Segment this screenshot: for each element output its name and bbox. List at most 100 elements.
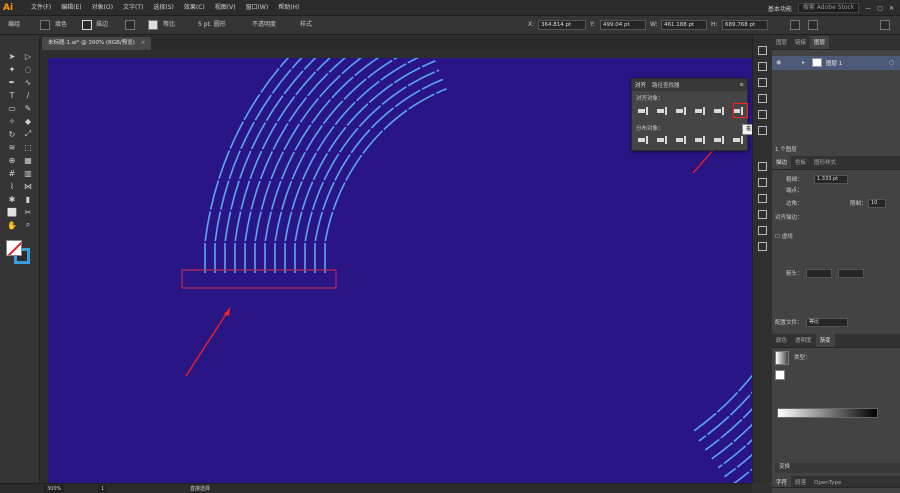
- blend-icon[interactable]: ⋈: [22, 180, 34, 192]
- panel-tab[interactable]: 字符: [772, 476, 792, 487]
- color-icon[interactable]: [758, 46, 767, 55]
- panel-tab[interactable]: 透明度: [791, 334, 816, 347]
- panel-tab[interactable]: 描边: [772, 156, 792, 169]
- free-transform-icon[interactable]: ⬚: [22, 141, 34, 153]
- menu-item[interactable]: 文字(T): [118, 4, 148, 12]
- paintbrush-icon[interactable]: ✎: [22, 102, 34, 114]
- limit-field[interactable]: 10: [868, 199, 886, 208]
- panel-tab[interactable]: 颜色: [772, 334, 791, 347]
- document-tab[interactable]: 未标题-1.ai* @ 300% (RGB/预览) ×: [42, 37, 152, 50]
- distribute-hcenter-icon[interactable]: [714, 135, 724, 145]
- layer-row[interactable]: ◉ ▸ 图层 1 ○: [772, 56, 900, 70]
- symbols-icon[interactable]: [758, 110, 767, 119]
- distribute-right-icon[interactable]: [733, 135, 743, 145]
- close-icon[interactable]: ✕: [889, 5, 894, 12]
- tab-pathfinder[interactable]: 路径查找器: [652, 81, 680, 89]
- menu-item[interactable]: 文件(F): [26, 4, 56, 12]
- swatches-icon[interactable]: [758, 78, 767, 87]
- stroke-color-swatch[interactable]: [148, 20, 158, 30]
- menu-item[interactable]: 选择(S): [148, 4, 179, 12]
- panel-tab[interactable]: 色板: [791, 156, 810, 169]
- panel-tab[interactable]: 渐变: [815, 334, 835, 347]
- scale-icon[interactable]: ⤢: [22, 128, 34, 140]
- menu-item[interactable]: 效果(C): [179, 4, 210, 12]
- eye-icon[interactable]: ◉: [776, 59, 781, 66]
- symbol-sprayer-icon[interactable]: ✱: [6, 193, 18, 205]
- menu-item[interactable]: 对象(O): [87, 4, 118, 12]
- direct-selection-tool-icon[interactable]: ▷: [22, 50, 34, 62]
- artboards-icon[interactable]: [758, 242, 767, 251]
- profile-select[interactable]: 等比: [806, 318, 848, 327]
- workspace-label[interactable]: 基本功能: [768, 4, 792, 13]
- type-tool-icon[interactable]: T: [6, 89, 18, 101]
- fill-swatch[interactable]: [40, 20, 50, 30]
- lasso-icon[interactable]: ◌: [22, 63, 34, 75]
- panel-tab[interactable]: OpenType: [810, 476, 845, 487]
- arrow-start-select[interactable]: [806, 269, 832, 278]
- distribute-vcenter-icon[interactable]: [657, 135, 667, 145]
- distribute-left-icon[interactable]: [695, 135, 705, 145]
- magic-wand-icon[interactable]: ✦: [6, 63, 18, 75]
- layers-icon[interactable]: [758, 226, 767, 235]
- perspective-icon[interactable]: ▦: [22, 154, 34, 166]
- artboard-number-field[interactable]: 1: [98, 485, 108, 493]
- selection-tool-icon[interactable]: ➤: [6, 50, 18, 62]
- artboard-icon[interactable]: ⬜: [6, 206, 18, 218]
- y-field[interactable]: 499.04 pt: [600, 20, 646, 30]
- rotate-icon[interactable]: ↻: [6, 128, 18, 140]
- distribute-bottom-icon[interactable]: [676, 135, 686, 145]
- align-left-icon[interactable]: [638, 106, 648, 116]
- maximize-icon[interactable]: ▢: [877, 5, 883, 12]
- distribute-top-icon[interactable]: [638, 135, 648, 145]
- panel-menu-icon[interactable]: ≡: [739, 82, 747, 88]
- panel-tab[interactable]: 链接: [791, 36, 810, 49]
- eyedropper-icon[interactable]: ⌇: [6, 180, 18, 192]
- mesh-icon[interactable]: #: [6, 167, 18, 179]
- align-icon[interactable]: [808, 20, 818, 30]
- align-right-icon[interactable]: [676, 106, 686, 116]
- transparency-icon[interactable]: [758, 210, 767, 219]
- align-vcenter-icon[interactable]: [714, 106, 724, 116]
- align-top-icon[interactable]: [695, 106, 705, 116]
- tab-close-icon[interactable]: ×: [141, 40, 146, 46]
- transform-icon[interactable]: [790, 20, 800, 30]
- layer-name[interactable]: 图层 1: [826, 59, 842, 67]
- zoom-icon[interactable]: ⌕: [22, 219, 34, 231]
- eraser-icon[interactable]: ◆: [22, 115, 34, 127]
- menu-icon[interactable]: [880, 20, 890, 30]
- h-field[interactable]: 689.768 pt: [722, 20, 768, 30]
- gradient-swatch[interactable]: [775, 351, 789, 365]
- menu-item[interactable]: 视图(V): [210, 4, 241, 12]
- shaper-icon[interactable]: ✧: [6, 115, 18, 127]
- graphic-styles-icon[interactable]: [758, 126, 767, 135]
- tab-align[interactable]: 对齐: [635, 81, 646, 89]
- appearance-icon[interactable]: [758, 162, 767, 171]
- menu-item[interactable]: 帮助(H): [273, 4, 304, 12]
- graph-icon[interactable]: ▮: [22, 193, 34, 205]
- stroke-icon[interactable]: [758, 178, 767, 187]
- panel-tab[interactable]: 图形样式: [810, 156, 840, 169]
- gradient-icon[interactable]: ▥: [22, 167, 34, 179]
- rectangle-tool-icon[interactable]: ▭: [6, 102, 18, 114]
- color-guide-icon[interactable]: [758, 62, 767, 71]
- expand-icon[interactable]: ▸: [802, 59, 805, 66]
- dashed-checkbox[interactable]: ☐: [775, 234, 782, 240]
- fill-stroke-mini-icon[interactable]: [775, 370, 785, 380]
- panel-tab[interactable]: 段落: [791, 476, 810, 487]
- target-icon[interactable]: ○: [889, 59, 894, 66]
- slice-icon[interactable]: ✂: [22, 206, 34, 218]
- pen-tool-icon[interactable]: ✒: [6, 76, 18, 88]
- shape-builder-icon[interactable]: ⊕: [6, 154, 18, 166]
- zoom-field[interactable]: 300%: [44, 485, 65, 493]
- hand-icon[interactable]: ✋: [6, 219, 18, 231]
- brushes-icon[interactable]: [758, 94, 767, 103]
- dashed-checkbox-label[interactable]: ☐ 虚线: [775, 233, 900, 241]
- w-field[interactable]: 461.188 pt: [661, 20, 707, 30]
- style-label[interactable]: 样式: [300, 20, 312, 30]
- menu-item[interactable]: 窗口(W): [241, 4, 274, 12]
- arrow-end-select[interactable]: [838, 269, 864, 278]
- transform-panel-tab[interactable]: 变换: [775, 463, 900, 473]
- menu-item[interactable]: 编辑(E): [56, 4, 86, 12]
- line-tool-icon[interactable]: /: [22, 89, 34, 101]
- stroke-swatch[interactable]: [82, 20, 92, 30]
